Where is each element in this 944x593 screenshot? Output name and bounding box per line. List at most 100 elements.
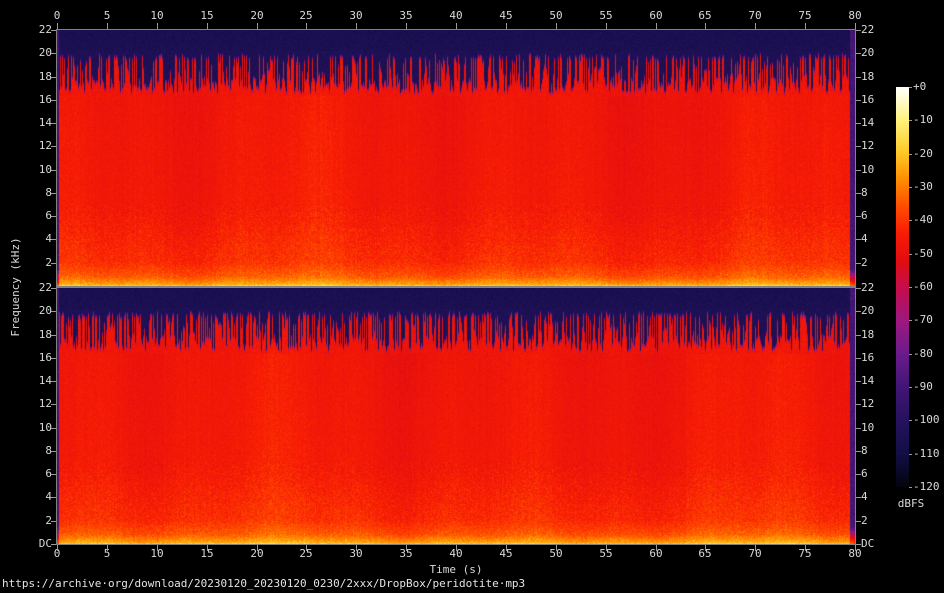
y-tick-mark-left [51,544,56,545]
x-tick-mark-bottom [656,545,657,551]
y-tick-mark-right [856,288,861,289]
colorbar-tick-label: -70 [913,313,933,326]
x-tick-mark-bottom [257,545,258,551]
y-tick-mark-right [856,146,861,147]
y-tick-label-left: 10 [38,421,52,434]
y-tick-mark-right [856,428,861,429]
y-tick-label-right: 22 [861,23,875,36]
y-tick-mark-right [856,335,861,336]
spectrogram-canvas-left-channel [57,30,855,286]
x-tick-label-top: 5 [103,9,111,22]
y-tick-mark-left [51,288,56,289]
x-tick-mark-top [755,23,756,29]
y-tick-label-right: 20 [861,46,875,59]
y-tick-label-right: 14 [861,116,875,129]
y-tick-mark-left [51,428,56,429]
colorbar-tick-label: -60 [913,280,933,293]
x-tick-mark-top [506,23,507,29]
y-tick-label-left: 14 [38,116,52,129]
x-tick-mark-bottom [356,545,357,551]
y-tick-label-right: 18 [861,70,875,83]
y-tick-label-left: 16 [38,93,52,106]
y-tick-mark-left [51,30,56,31]
x-tick-mark-top [207,23,208,29]
y-tick-mark-left [51,77,56,78]
y-tick-mark-left [51,123,56,124]
y-tick-mark-right [856,358,861,359]
y-tick-mark-right [856,263,861,264]
x-tick-mark-top [356,23,357,29]
colorbar-tick-mark [909,220,912,221]
x-tick-label-top: 0 [53,9,61,22]
y-tick-mark-left [51,335,56,336]
colorbar-tick-label: -20 [913,147,933,160]
x-tick-label-top: 60 [649,9,663,22]
x-tick-mark-top [606,23,607,29]
y-tick-label-left: 6 [45,209,52,222]
y-tick-label-left: DC [38,537,52,550]
y-tick-mark-right [856,239,861,240]
y-tick-label-right: 8 [861,186,868,199]
y-tick-mark-right [856,53,861,54]
colorbar-gradient [896,87,909,487]
x-tick-mark-top [656,23,657,29]
colorbar-tick-label: -100 [913,413,940,426]
x-tick-label-top: 50 [549,9,563,22]
x-tick-mark-top [306,23,307,29]
x-tick-label-top: 20 [250,9,264,22]
y-tick-label-right: 12 [861,397,875,410]
colorbar-tick-label: -110 [913,447,940,460]
y-tick-mark-left [51,53,56,54]
y-tick-label-right: 6 [861,467,868,480]
x-tick-label-top: 65 [698,9,712,22]
spectrogram-canvas-right-channel [57,288,855,544]
x-tick-mark-bottom [606,545,607,551]
x-tick-mark-bottom [456,545,457,551]
y-tick-label-left: 20 [38,304,52,317]
y-tick-label-left: 8 [45,186,52,199]
colorbar-tick-mark [909,287,912,288]
y-tick-label-left: 22 [38,281,52,294]
y-tick-mark-right [856,497,861,498]
y-tick-label-right: 16 [861,351,875,364]
y-tick-mark-left [51,381,56,382]
x-tick-mark-bottom [306,545,307,551]
colorbar-tick-mark [909,320,912,321]
y-tick-mark-left [51,170,56,171]
y-tick-mark-right [856,30,861,31]
x-tick-label-top: 70 [748,9,762,22]
y-tick-mark-right [856,77,861,78]
x-tick-mark-top [705,23,706,29]
y-tick-label-right: 6 [861,209,868,222]
y-tick-mark-right [856,123,861,124]
spectrogram-panel-right-channel [56,287,856,545]
y-tick-mark-left [51,474,56,475]
x-tick-label-top: 30 [349,9,363,22]
y-tick-label-right: 10 [861,421,875,434]
x-tick-mark-top [107,23,108,29]
colorbar-tick-label: -10 [913,113,933,126]
colorbar-tick-mark [909,454,912,455]
x-tick-label-top: 45 [499,9,513,22]
y-tick-label-right: 4 [861,232,868,245]
colorbar-tick-label: -120 [913,480,940,493]
y-tick-mark-right [856,170,861,171]
y-tick-label-left: 4 [45,232,52,245]
y-tick-label-left: 22 [38,23,52,36]
y-tick-mark-right [856,193,861,194]
y-tick-label-right: 2 [861,514,868,527]
colorbar-tick-label: +0 [913,80,927,93]
y-tick-label-right: 2 [861,256,868,269]
x-tick-mark-bottom [107,545,108,551]
y-tick-label-right: DC [861,537,875,550]
y-tick-label-left: 12 [38,397,52,410]
x-tick-mark-top [805,23,806,29]
y-tick-label-right: 10 [861,163,875,176]
y-tick-label-left: 6 [45,467,52,480]
x-tick-mark-bottom [157,545,158,551]
spectrogram-figure: Frequency (kHz) Time (s) dBFS https://ar… [0,0,944,593]
colorbar-tick-label: -80 [913,347,933,360]
x-tick-mark-bottom [506,545,507,551]
y-tick-mark-right [856,311,861,312]
y-tick-mark-right [856,404,861,405]
